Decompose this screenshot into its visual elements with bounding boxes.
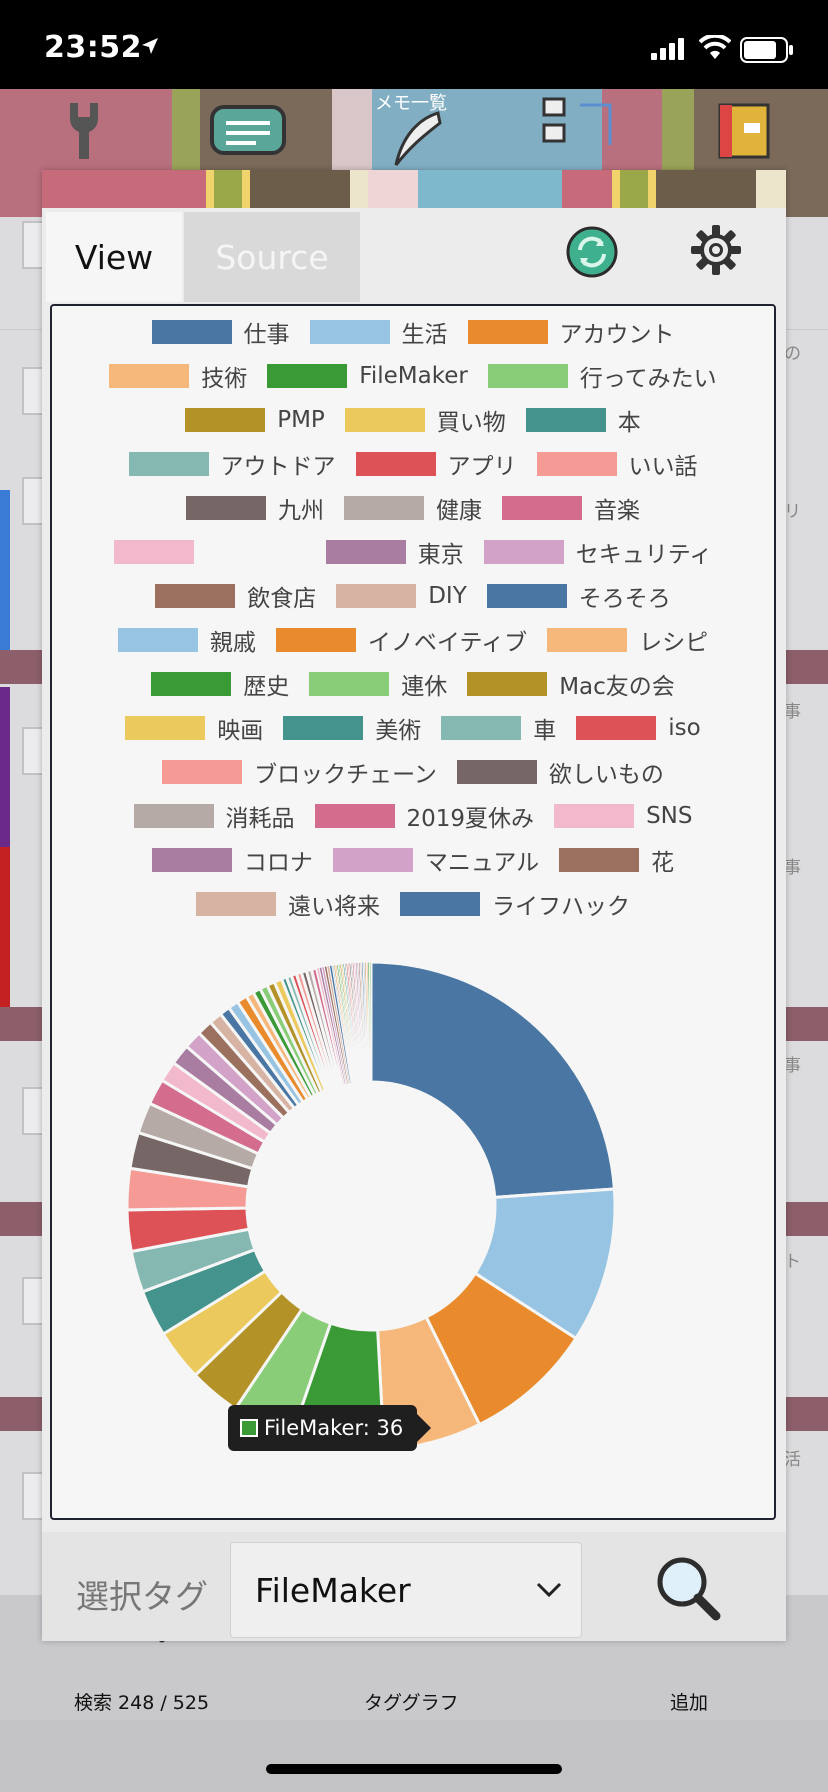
chart-frame: 仕事 生活 アカウント 技術 FileMaker 行ってみたい PMP 買い物本アウトドア アプ…: [50, 304, 776, 1520]
background-snippet: 活: [784, 1450, 801, 1470]
tab-source[interactable]: Source: [184, 212, 360, 302]
popup-footer: 選択タグ FileMaker: [42, 1532, 786, 1641]
tag-graph-popup: View Source 仕事 生活 アカウント 技術 FileMaker 行ってみたい PM…: [42, 170, 786, 1641]
background-snippet: ト: [784, 1252, 801, 1272]
donut-slice[interactable]: [368, 961, 372, 1083]
donut-slice-仕事[interactable]: [369, 960, 617, 1199]
wifi-icon: [699, 35, 731, 59]
search-tab-label[interactable]: 検索 248 / 525: [74, 1688, 209, 1715]
location-arrow-icon: [142, 38, 158, 54]
donut-chart: [125, 960, 617, 1452]
background-snippet: リ: [784, 502, 801, 522]
list-view-icon[interactable]: [540, 95, 620, 155]
background-snippet: 事: [784, 702, 801, 722]
status-bar: 23:52: [0, 0, 828, 89]
tooltip-text: FileMaker: 36: [264, 1416, 404, 1440]
background-snippet: 事: [784, 858, 801, 878]
tooltip-swatch: [240, 1419, 258, 1437]
chart-tooltip: FileMaker: 36: [228, 1405, 432, 1451]
cellular-signal-icon: [651, 38, 684, 60]
home-indicator[interactable]: [266, 1764, 562, 1774]
book-icon[interactable]: [714, 99, 774, 159]
wrench-icon[interactable]: [54, 99, 114, 159]
background-snippet: の: [784, 344, 801, 364]
quill-icon[interactable]: [388, 109, 448, 169]
battery-icon: [740, 37, 793, 63]
background-snippet: 事: [784, 1056, 801, 1076]
add-tab-label[interactable]: 追加: [670, 1688, 708, 1715]
chevron-down-icon: [536, 1582, 562, 1598]
status-time: 23:52: [44, 30, 142, 65]
refresh-icon[interactable]: [566, 226, 618, 278]
search-icon[interactable]: [652, 1552, 724, 1624]
home-area: [0, 1720, 828, 1792]
popup-color-stripes: [42, 170, 786, 208]
tag-select[interactable]: FileMaker: [230, 1542, 582, 1638]
gear-icon[interactable]: [690, 224, 742, 276]
tab-view[interactable]: View: [46, 212, 182, 302]
memo-icon[interactable]: [208, 103, 288, 163]
selected-tag-label: 選択タグ: [76, 1577, 208, 1616]
tag-select-value: FileMaker: [255, 1571, 411, 1610]
tag-graph-tab-label[interactable]: タググラフ: [364, 1688, 459, 1715]
